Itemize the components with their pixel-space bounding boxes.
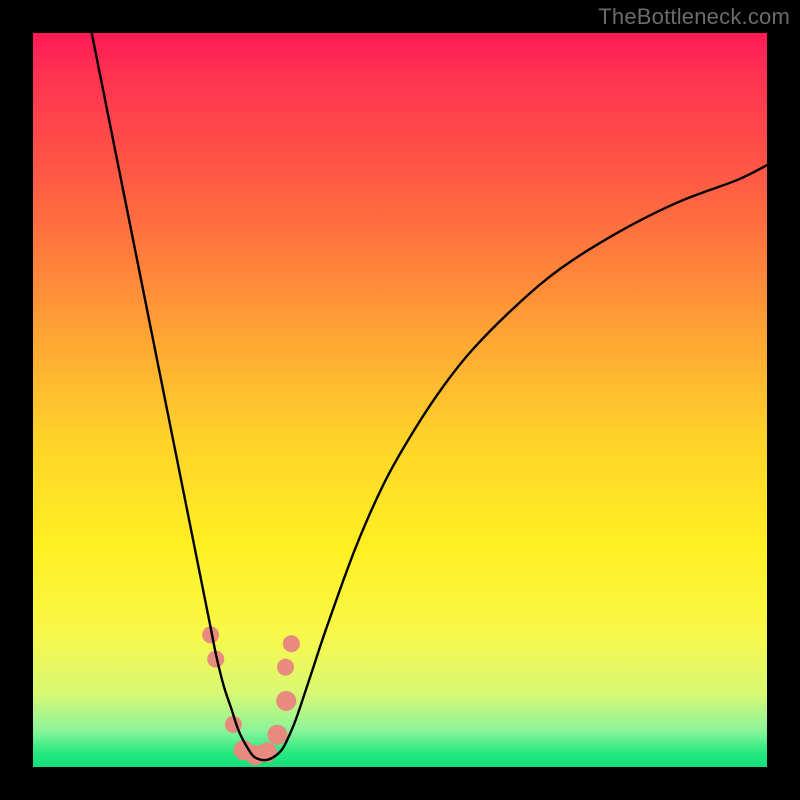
right-marker-1 [277,659,294,676]
bottom-blob-4 [267,725,287,745]
right-marker-2 [283,635,300,652]
plot-area [33,33,767,767]
chart-frame: TheBottleneck.com [0,0,800,800]
attribution-text: TheBottleneck.com [598,4,790,30]
bottom-blob-5 [276,691,296,711]
bottleneck-curve [92,33,767,760]
chart-svg [33,33,767,767]
